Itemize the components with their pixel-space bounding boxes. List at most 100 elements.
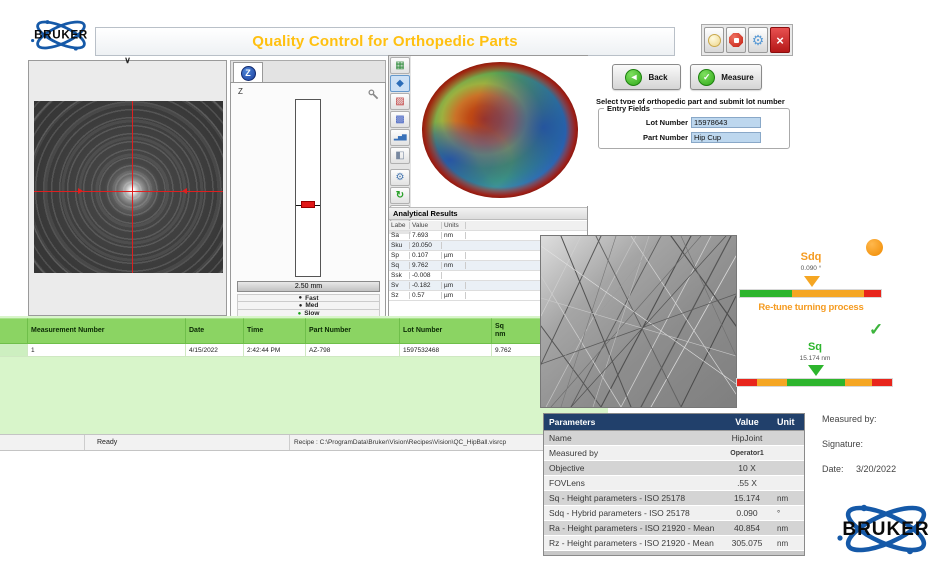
live-video-panel: ∨	[28, 60, 227, 316]
table-row: Sq - Height parameters - ISO 2517815.174…	[544, 491, 804, 506]
false-color-icon[interactable]: ▨	[390, 93, 410, 110]
col-date: Date	[186, 318, 244, 344]
histogram-icon[interactable]: ▂▅▇	[390, 129, 410, 146]
col-part-number: Part Number	[306, 318, 400, 344]
speed-label: Med	[305, 302, 318, 309]
crosshair-tick-left	[78, 188, 83, 194]
col-lot-number: Lot Number	[400, 318, 492, 344]
part-number-field[interactable]	[691, 132, 761, 143]
stop-icon	[729, 33, 743, 47]
z-tab-bar: Z	[230, 60, 386, 82]
row-header-cell	[0, 318, 28, 344]
signoff-block: Measured by: Signature: Date: 3/20/2022	[822, 414, 896, 489]
grid-header-row: Measurement Number Date Time Part Number…	[0, 318, 608, 344]
analytical-results-header: Analytical Results	[389, 207, 587, 220]
z-slider-track[interactable]	[295, 99, 321, 277]
heightmap-disc	[422, 62, 578, 198]
sdq-marker-icon	[804, 276, 820, 287]
table-row: Measured byOperator1	[544, 446, 804, 461]
status-bar: Ready Recipe : C:\ProgramData\Bruker\Vis…	[0, 434, 545, 451]
image-view-icon[interactable]: ▩	[390, 111, 410, 128]
table-row: Sdq - Hybrid parameters - ISO 251780.090…	[544, 506, 804, 521]
table-row: FOVLens.55 X	[544, 476, 804, 491]
surface-texture-image	[540, 235, 737, 408]
warning-dot-icon	[866, 239, 883, 256]
parameters-table-footer	[544, 551, 804, 555]
sq-label: Sq	[780, 341, 850, 353]
lot-number-label: Lot Number	[599, 118, 691, 127]
z-panel-label: Z	[238, 87, 243, 96]
sdq-message: Re-tune turning process	[743, 302, 879, 313]
speed-option-fast[interactable]: ● Fast	[237, 294, 380, 302]
svg-text:BRUKER: BRUKER	[34, 29, 88, 42]
table-row: Objective10 X	[544, 461, 804, 476]
window-buttons: ⚙ ×	[701, 24, 793, 56]
sdq-value: 0.090 °	[776, 265, 846, 272]
z-slider-handle[interactable]	[301, 201, 315, 208]
surface-map-icon[interactable]: ▦	[390, 57, 410, 74]
col-time: Time	[244, 318, 306, 344]
row-header-cell	[0, 344, 28, 357]
bruker-logo-icon: BRUKER	[24, 15, 98, 55]
z-speed-options: ● Fast ● Med ● Slow	[237, 294, 380, 318]
speed-label: Fast	[305, 295, 318, 302]
bruker-logo-bottom: BRUKER	[826, 500, 946, 563]
page-title: Quality Control for Orthopedic Parts	[252, 33, 518, 50]
gear-icon: ⚙	[752, 33, 765, 47]
col-measurement-number: Measurement Number	[28, 318, 186, 344]
crosshair-tick-right	[182, 188, 187, 194]
status-section-empty	[0, 435, 85, 450]
parameters-header-row: Parameters Value Unit	[544, 414, 804, 431]
crosshair-horizontal	[34, 191, 223, 192]
radio-dot-icon: ●	[299, 295, 303, 301]
info-icon	[708, 34, 721, 47]
view-3d-icon[interactable]: ◆	[390, 75, 410, 92]
parameters-table: Parameters Value Unit NameHipJoint Measu…	[543, 413, 805, 556]
results-header-row: Labe Value Units	[389, 221, 587, 231]
measure-button[interactable]: ✓ Measure	[690, 64, 762, 90]
svg-text:BRUKER: BRUKER	[842, 519, 929, 540]
sq-value: 15.174 nm	[780, 355, 850, 362]
mask-icon[interactable]: ◧	[390, 147, 410, 164]
sq-range-bar	[736, 378, 893, 387]
sdq-label: Sdq	[776, 251, 846, 263]
back-label: Back	[648, 73, 667, 82]
app-window: BRUKER Quality Control for Orthopedic Pa…	[0, 0, 950, 574]
heightmap-view[interactable]	[412, 56, 588, 206]
sdq-range-bar	[739, 289, 882, 298]
date-line: Date: 3/20/2022	[822, 464, 896, 474]
info-button[interactable]	[704, 27, 724, 53]
close-button[interactable]: ×	[770, 27, 790, 53]
table-row: Ra - Height parameters - ISO 21920 - Mea…	[544, 521, 804, 536]
speed-option-med[interactable]: ● Med	[237, 302, 380, 310]
status-ready: Ready	[85, 435, 290, 450]
refresh-icon[interactable]: ↻	[390, 187, 410, 204]
chevron-down-icon[interactable]: ∨	[124, 55, 131, 66]
stop-button[interactable]	[726, 27, 746, 53]
table-row[interactable]: 1 4/15/2022 2:42:44 PM AZ-798 1597532468…	[0, 344, 608, 357]
title-bar: Quality Control for Orthopedic Parts	[95, 27, 675, 56]
interferometry-image[interactable]	[34, 101, 223, 273]
check-circle-icon: ✓	[698, 69, 715, 86]
signature-label: Signature:	[822, 439, 896, 449]
crosshair-vertical	[132, 101, 133, 273]
measure-label: Measure	[721, 73, 753, 82]
part-number-label: Part Number	[599, 133, 691, 142]
close-icon: ×	[776, 33, 784, 48]
tab-z[interactable]: Z	[233, 62, 263, 83]
z-tab-icon: Z	[241, 66, 256, 81]
processing-gear-icon[interactable]: ⚙	[390, 169, 410, 186]
entry-fields-group: Entry Fields Lot Number Part Number	[598, 108, 790, 149]
tool-icon[interactable]	[368, 87, 379, 105]
lot-number-field[interactable]	[691, 117, 761, 128]
back-button[interactable]: ◄ Back	[612, 64, 681, 90]
date-label: Date:	[822, 464, 844, 474]
sq-marker-icon	[808, 365, 824, 376]
check-icon: ✓	[869, 320, 883, 340]
settings-button[interactable]: ⚙	[748, 27, 768, 53]
date-value: 3/20/2022	[856, 464, 896, 474]
z-panel-body: Z 2.50 mm ● Fast ● Med ● Sl	[230, 82, 386, 318]
measured-by-label: Measured by:	[822, 414, 896, 424]
bruker-logo-top: BRUKER	[22, 12, 100, 58]
z-stage-panel: Z Z 2.50 mm ● Fast ● Med	[230, 60, 386, 318]
